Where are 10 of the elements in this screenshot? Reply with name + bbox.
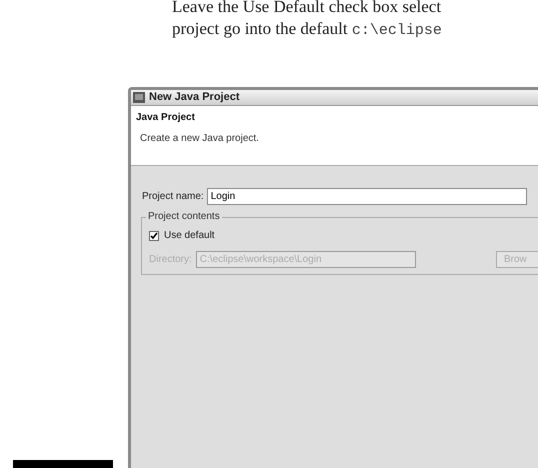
window-title: New Java Project: [149, 90, 240, 106]
project-name-field[interactable]: Login: [206, 188, 527, 205]
body-text: Leave the Use Default check box select: [172, 0, 442, 18]
header-description: Create a new Java project.: [139, 132, 259, 146]
field-label: Project name:: [142, 190, 204, 204]
checkbox[interactable]: [149, 230, 159, 240]
group-label: Project contents: [146, 211, 222, 223]
body-text: project go into the default c:\eclipse: [172, 18, 442, 41]
header-title: Java Project: [136, 111, 195, 125]
checkbox-label: Use default: [164, 229, 215, 243]
